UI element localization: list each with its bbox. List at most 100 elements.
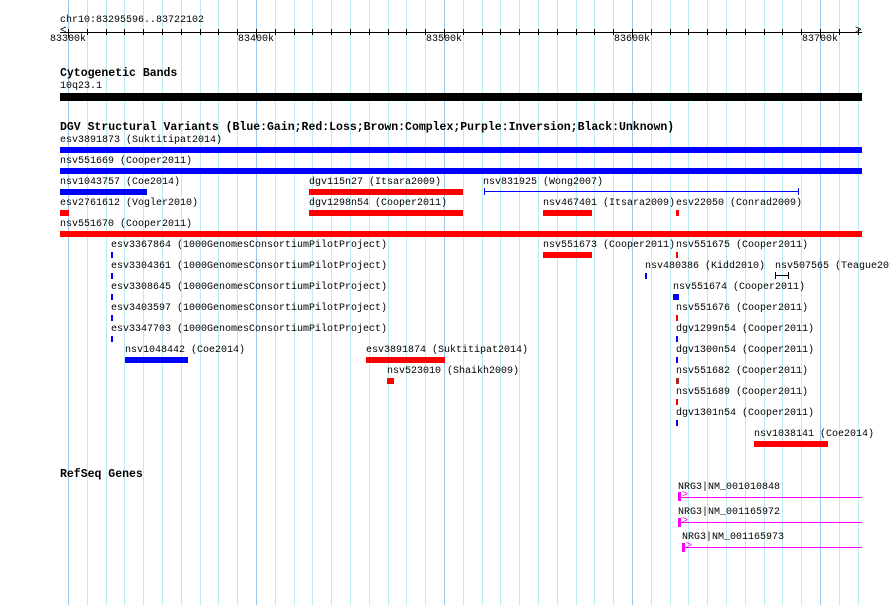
variant-bar-gain[interactable] xyxy=(111,315,113,321)
feature-label: dgv115n27 (Itsara2009) xyxy=(309,177,442,188)
grid-line xyxy=(482,0,483,605)
gene-model[interactable] xyxy=(685,547,862,548)
gene-label: NRG3|NM_001010848 xyxy=(678,482,781,493)
variant-bar-loss[interactable] xyxy=(309,210,463,216)
grid-line xyxy=(106,0,107,605)
ruler-tick xyxy=(294,29,295,35)
variant-bar-loss[interactable] xyxy=(676,210,679,216)
feature-label: esv3347703 (1000GenomesConsortiumPilotPr… xyxy=(111,324,388,335)
variant-bar-loss[interactable] xyxy=(309,189,463,195)
feature-label: dgv1300n54 (Cooper2011) xyxy=(676,345,815,356)
feature-label: esv3304361 (1000GenomesConsortiumPilotPr… xyxy=(111,261,388,272)
grid-line xyxy=(839,0,840,605)
grid-line xyxy=(463,0,464,605)
variant-endcap xyxy=(798,188,799,195)
variant-bar-gain[interactable] xyxy=(60,147,862,153)
variant-bar-loss[interactable] xyxy=(543,210,592,216)
ruler-tick xyxy=(594,29,595,35)
feature-label: nsv551675 (Cooper2011) xyxy=(676,240,809,251)
grid-line xyxy=(519,0,520,605)
feature-label: esv3891873 (Suktitipat2014) xyxy=(60,135,223,146)
variant-bar-loss[interactable] xyxy=(754,441,828,447)
feature-label: esv3367864 (1000GenomesConsortiumPilotPr… xyxy=(111,240,388,251)
variant-bar-loss[interactable] xyxy=(676,399,678,405)
grid-line xyxy=(557,0,558,605)
grid-line xyxy=(820,0,821,605)
ruler-tick xyxy=(557,29,558,35)
ruler-tick xyxy=(143,29,144,35)
tick-label: 83500k xyxy=(425,34,462,45)
variant-bar-gain[interactable] xyxy=(676,420,678,426)
feature-label: esv22050 (Conrad2009) xyxy=(676,198,803,209)
variant-bar-gain[interactable] xyxy=(111,336,113,342)
ruler-tick xyxy=(331,29,332,35)
feature-label: esv3403597 (1000GenomesConsortiumPilotPr… xyxy=(111,303,388,314)
ruler-tick xyxy=(782,29,783,35)
variant-bar-gain[interactable] xyxy=(111,252,113,258)
ruler-tick xyxy=(519,29,520,35)
track-title-refseq[interactable]: RefSeq Genes xyxy=(60,469,143,481)
ruler-tick xyxy=(482,29,483,35)
gene-model[interactable] xyxy=(681,497,862,498)
variant-bar-gain[interactable] xyxy=(60,189,147,195)
cytoband-bar[interactable] xyxy=(60,93,862,101)
feature-label: esv3891874 (Suktitipat2014) xyxy=(366,345,529,356)
ruler-tick xyxy=(350,29,351,35)
variant-line-gain[interactable] xyxy=(484,191,798,192)
variant-bar-gain[interactable] xyxy=(676,357,678,363)
gene-label: NRG3|NM_001165972 xyxy=(678,507,781,518)
variant-endcap xyxy=(484,188,485,195)
variant-bar-complex[interactable] xyxy=(676,378,679,384)
ruler-tick xyxy=(312,29,313,35)
ruler-tick xyxy=(726,29,727,35)
variant-bar-gain[interactable] xyxy=(111,273,113,279)
grid-line xyxy=(444,0,445,605)
tick-label: 83400k xyxy=(237,34,274,45)
variant-bar-gain[interactable] xyxy=(111,294,113,300)
tick-label: 83600k xyxy=(613,34,650,45)
variant-bar-loss[interactable] xyxy=(543,252,592,258)
feature-label: esv2761612 (Vogler2010) xyxy=(60,198,199,209)
ruler-tick xyxy=(406,29,407,35)
variant-bar-gain[interactable] xyxy=(676,336,678,342)
variant-bar-loss[interactable] xyxy=(676,252,678,258)
ruler-tick xyxy=(162,29,163,35)
region-label: chr10:83295596..83722102 xyxy=(60,15,205,26)
variant-bar-loss[interactable] xyxy=(387,378,394,384)
variant-bar-gain[interactable] xyxy=(60,168,862,174)
ruler-tick xyxy=(388,29,389,35)
band-label: 10q23.1 xyxy=(60,81,103,92)
grid-line xyxy=(632,0,633,605)
gene-label: NRG3|NM_001165973 xyxy=(682,532,785,543)
feature-label: nsv551674 (Cooper2011) xyxy=(673,282,806,293)
variant-bar-gain[interactable] xyxy=(645,273,647,279)
feature-label: nsv551689 (Cooper2011) xyxy=(676,387,809,398)
ruler-tick xyxy=(745,29,746,35)
strand-arrow-icon: > xyxy=(682,490,689,501)
variant-line-unknown[interactable] xyxy=(775,275,788,276)
track-title-cytobands[interactable]: Cytogenetic Bands xyxy=(60,68,177,80)
feature-label: dgv1299n54 (Cooper2011) xyxy=(676,324,815,335)
genome-browser-panel[interactable]: chr10:83295596..83722102 < > 83300k 8340… xyxy=(0,0,890,605)
variant-bar-loss[interactable] xyxy=(60,231,862,237)
grid-line xyxy=(500,0,501,605)
ruler-tick xyxy=(576,29,577,35)
grid-line xyxy=(670,0,671,605)
track-title-dgv[interactable]: DGV Structural Variants (Blue:Gain;Red:L… xyxy=(60,122,674,134)
variant-bar-loss[interactable] xyxy=(676,315,678,321)
gene-model[interactable] xyxy=(681,522,862,523)
feature-label: nsv1038141 (Coe2014) xyxy=(754,429,875,440)
feature-label: nsv551676 (Cooper2011) xyxy=(676,303,809,314)
variant-bar-gain[interactable] xyxy=(125,357,188,363)
tick-label: 83700k xyxy=(801,34,838,45)
feature-label: nsv551673 (Cooper2011) xyxy=(543,240,676,251)
tick-label: 83300k xyxy=(49,34,86,45)
feature-label: nsv831925 (Wong2007) xyxy=(483,177,604,188)
ruler-tick xyxy=(181,29,182,35)
grid-line xyxy=(538,0,539,605)
variant-bar-loss[interactable] xyxy=(60,210,69,216)
variant-bar-gain[interactable] xyxy=(673,294,679,300)
grid-line xyxy=(576,0,577,605)
variant-bar-loss[interactable] xyxy=(366,357,445,363)
feature-label: nsv1048442 (Coe2014) xyxy=(125,345,246,356)
